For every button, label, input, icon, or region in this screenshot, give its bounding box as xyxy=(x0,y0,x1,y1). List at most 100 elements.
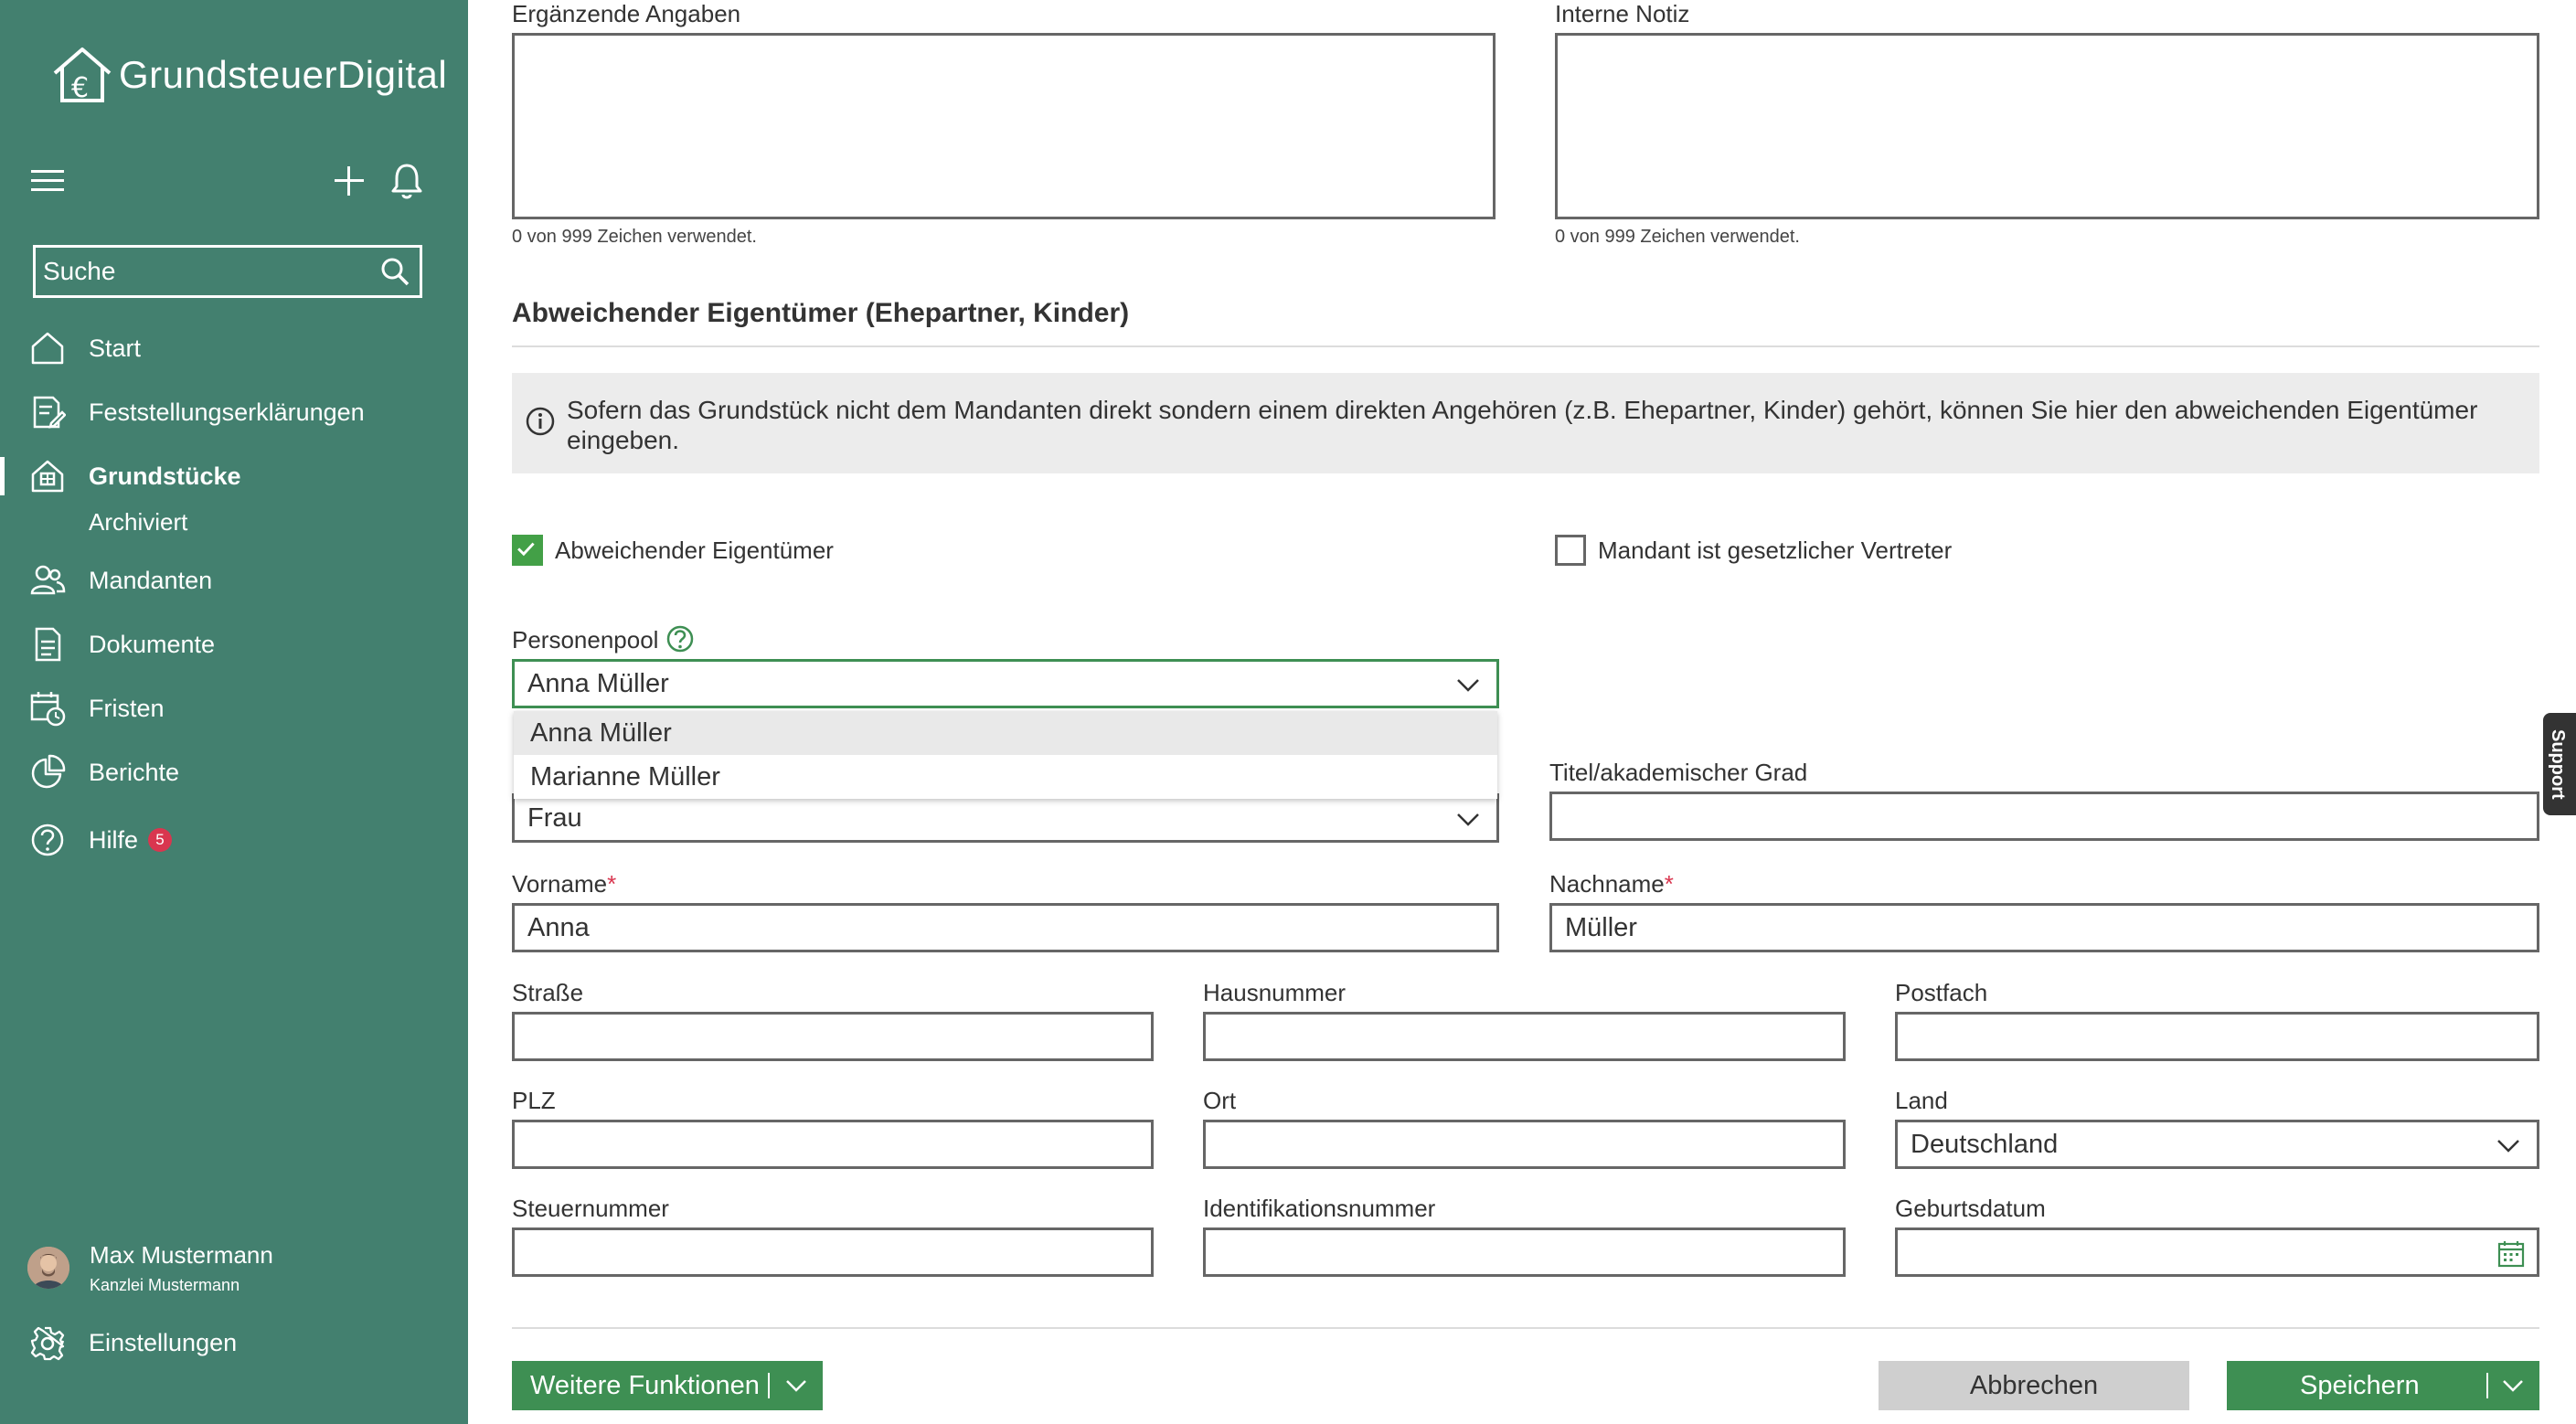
dropdown-option[interactable]: Anna Müller xyxy=(514,711,1497,755)
search-input[interactable] xyxy=(36,256,379,287)
steuernummer-input[interactable] xyxy=(512,1227,1154,1277)
abbrechen-button[interactable]: Abbrechen xyxy=(1879,1361,2189,1410)
calendar-icon[interactable] xyxy=(2496,1239,2526,1269)
identifikationsnummer-field[interactable] xyxy=(1219,1236,1843,1269)
gesetzlicher-vertreter-checkbox[interactable] xyxy=(1555,535,1586,566)
nav-item-start[interactable]: Start xyxy=(0,322,468,375)
nav-label-berichte: Berichte xyxy=(89,758,180,786)
hausnummer-field[interactable] xyxy=(1219,1020,1843,1053)
strasse-input[interactable] xyxy=(512,1012,1154,1061)
info-icon xyxy=(526,407,555,436)
user-firm: Kanzlei Mustermann xyxy=(90,1276,240,1294)
vorname-value: Anna xyxy=(527,912,590,942)
ort-input[interactable] xyxy=(1203,1120,1846,1169)
support-tab[interactable]: Support xyxy=(2543,713,2576,815)
ort-field[interactable] xyxy=(1219,1128,1843,1161)
nav-item-berichte[interactable]: Berichte xyxy=(0,746,468,799)
document-icon xyxy=(35,627,61,662)
sidebar: € GrundsteuerDigital Start xyxy=(0,0,468,1424)
required-marker: * xyxy=(1664,870,1674,898)
steuernummer-label: Steuernummer xyxy=(512,1195,669,1222)
interne-notiz-textarea[interactable] xyxy=(1555,33,2539,219)
speichern-button[interactable]: Speichern xyxy=(2227,1361,2539,1410)
plz-input[interactable] xyxy=(512,1120,1154,1169)
personenpool-select[interactable]: Anna Müller xyxy=(512,659,1499,708)
user-name: Max Mustermann xyxy=(90,1241,273,1269)
nav-item-hilfe[interactable]: Hilfe 5 xyxy=(0,813,468,866)
vorname-label-text: Vorname xyxy=(512,870,608,898)
ort-label: Ort xyxy=(1203,1087,1237,1114)
house-euro-icon: € xyxy=(53,48,112,104)
user-profile[interactable]: Max Mustermann Kanzlei Mustermann xyxy=(27,1236,439,1300)
postfach-label: Postfach xyxy=(1895,979,1988,1006)
nav-label-fristen: Fristen xyxy=(89,694,165,722)
strasse-label: Straße xyxy=(512,979,584,1006)
button-separator xyxy=(2486,1373,2488,1398)
plz-label: PLZ xyxy=(512,1087,556,1114)
ergaenzende-angaben-label: Ergänzende Angaben xyxy=(512,0,741,27)
search-icon[interactable] xyxy=(379,256,410,287)
home-icon xyxy=(31,332,64,365)
help-circle-icon xyxy=(31,824,64,856)
nav-item-mandanten[interactable]: Mandanten xyxy=(0,554,468,607)
nav-item-fristen[interactable]: Fristen xyxy=(0,682,468,735)
nav-label-mandanten: Mandanten xyxy=(89,566,213,594)
help-circle-icon[interactable] xyxy=(665,624,695,654)
users-icon xyxy=(30,565,66,595)
checkmark-icon xyxy=(517,542,535,557)
logo[interactable]: € GrundsteuerDigital xyxy=(49,44,447,106)
info-text: Sofern das Grundstück nicht dem Mandante… xyxy=(567,396,2478,454)
postfach-field[interactable] xyxy=(1911,1020,2537,1053)
logo-text: GrundsteuerDigital xyxy=(119,53,448,96)
avatar xyxy=(27,1247,69,1289)
personenpool-value: Anna Müller xyxy=(527,668,669,698)
nav-item-einstellungen[interactable]: Einstellungen xyxy=(0,1316,468,1369)
weitere-funktionen-label: Weitere Funktionen xyxy=(530,1370,760,1400)
identifikationsnummer-label: Identifikationsnummer xyxy=(1203,1195,1436,1222)
pie-chart-icon xyxy=(31,754,66,789)
titel-input[interactable] xyxy=(1549,792,2539,841)
plz-field[interactable] xyxy=(527,1128,1151,1161)
gear-icon xyxy=(30,1326,65,1361)
hausnummer-input[interactable] xyxy=(1203,1012,1846,1061)
section-divider xyxy=(512,345,2539,347)
nav-item-dokumente[interactable]: Dokumente xyxy=(0,618,468,671)
gesetzlicher-vertreter-label: Mandant ist gesetzlicher Vertreter xyxy=(1598,537,1953,564)
strasse-field[interactable] xyxy=(527,1020,1151,1053)
hamburger-menu-icon[interactable] xyxy=(31,166,68,196)
bell-icon[interactable] xyxy=(389,161,424,201)
nachname-input[interactable]: Müller xyxy=(1549,903,2539,952)
chevron-down-icon[interactable] xyxy=(784,1376,808,1395)
section-title: Abweichender Eigentümer (Ehepartner, Kin… xyxy=(512,298,1130,328)
interne-notiz-counter: 0 von 999 Zeichen verwendet. xyxy=(1555,227,1800,247)
dropdown-option[interactable]: Marianne Müller xyxy=(514,755,1497,799)
hausnummer-label: Hausnummer xyxy=(1203,979,1347,1006)
speichern-label: Speichern xyxy=(2300,1370,2420,1400)
identifikationsnummer-input[interactable] xyxy=(1203,1227,1846,1277)
nav-label-hilfe: Hilfe xyxy=(89,825,139,854)
geburtsdatum-input[interactable] xyxy=(1895,1227,2539,1277)
nav-label-grundstuecke: Grundstücke xyxy=(89,462,241,490)
chevron-down-icon[interactable] xyxy=(2501,1376,2525,1395)
anrede-value: Frau xyxy=(527,802,582,833)
nav-subitem-archiviert[interactable]: Archiviert xyxy=(89,508,187,537)
land-label: Land xyxy=(1895,1087,1948,1114)
property-icon xyxy=(31,460,64,493)
interne-notiz-label: Interne Notiz xyxy=(1555,0,1690,27)
nav-item-grundstuecke[interactable]: Grundstücke xyxy=(0,450,468,503)
nav-item-feststellungserklaerungen[interactable]: Feststellungserklärungen xyxy=(0,386,468,439)
weitere-funktionen-button[interactable]: Weitere Funktionen xyxy=(512,1361,823,1410)
main-content: Ergänzende Angaben 0 von 999 Zeichen ver… xyxy=(468,0,2576,1424)
land-select[interactable]: Deutschland xyxy=(1895,1120,2539,1169)
titel-field[interactable] xyxy=(1565,800,2537,833)
notification-badge: 5 xyxy=(148,828,172,852)
postfach-input[interactable] xyxy=(1895,1012,2539,1061)
abweichender-eigentuemer-checkbox[interactable] xyxy=(512,535,543,566)
ergaenzende-angaben-counter: 0 von 999 Zeichen verwendet. xyxy=(512,227,757,247)
vorname-input[interactable]: Anna xyxy=(512,903,1499,952)
plus-icon[interactable] xyxy=(333,163,366,199)
ergaenzende-angaben-textarea[interactable] xyxy=(512,33,1496,219)
steuernummer-field[interactable] xyxy=(527,1236,1151,1269)
nachname-label: Nachname* xyxy=(1549,870,1674,898)
anrede-select[interactable]: Frau xyxy=(512,793,1499,843)
